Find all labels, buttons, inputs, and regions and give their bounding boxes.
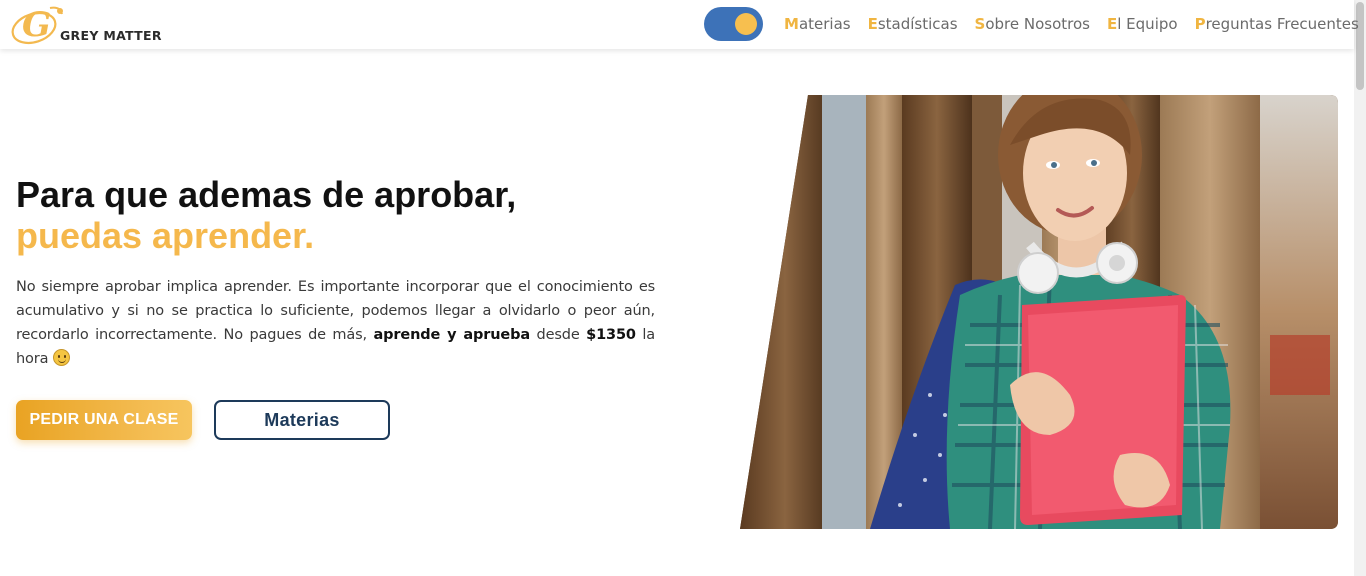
request-class-button[interactable]: PEDIR UNA CLASE — [16, 400, 192, 440]
smiley-emoji-icon — [52, 349, 70, 366]
highlight-aprende-aprueba: aprende y aprueba — [373, 327, 531, 343]
price-highlight: $1350 — [586, 327, 636, 343]
site-header: G GREY MATTER Materias Estadísticas Sobr… — [0, 0, 1359, 49]
toggle-knob — [735, 13, 757, 35]
hero-title-accent: puedas aprender. — [16, 215, 315, 256]
hero-student-photo — [740, 95, 1338, 529]
brand-logo[interactable]: G GREY MATTER — [10, 2, 170, 46]
nav-materias[interactable]: Materias — [784, 14, 851, 34]
nav-sobre-nosotros[interactable]: Sobre Nosotros — [975, 14, 1090, 34]
theme-toggle[interactable] — [704, 7, 763, 41]
hero-title: Para que ademas de aprobar, puedas apren… — [16, 174, 516, 256]
hero-title-line1: Para que ademas de aprobar, — [16, 174, 517, 215]
page-scrollbar[interactable] — [1354, 0, 1366, 576]
brand-name: GREY MATTER — [60, 28, 162, 43]
hero-description: No siempre aprobar implica aprender. Es … — [16, 279, 655, 367]
nav-preguntas-frecuentes[interactable]: Preguntas Frecuentes — [1195, 14, 1359, 34]
main-nav: Materias Estadísticas Sobre Nosotros El … — [784, 14, 1359, 34]
svg-text:G: G — [22, 5, 51, 45]
nav-el-equipo[interactable]: El Equipo — [1107, 14, 1178, 34]
subjects-button[interactable]: Materias — [214, 400, 390, 440]
nav-estadisticas[interactable]: Estadísticas — [868, 14, 958, 34]
